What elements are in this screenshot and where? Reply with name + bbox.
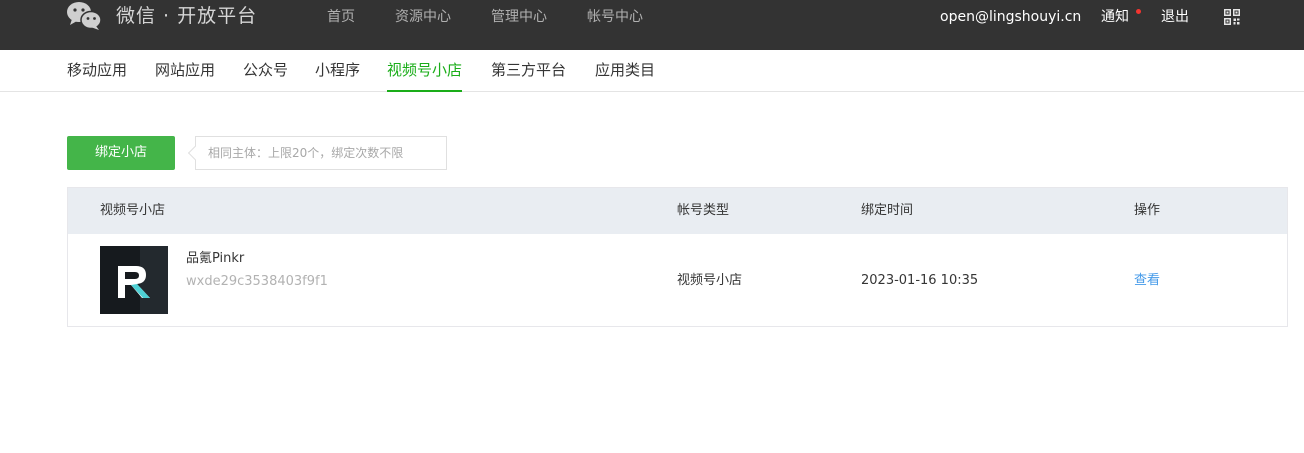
subnav-channels-shop[interactable]: 视频号小店 — [387, 50, 463, 92]
qr-code-icon[interactable] — [1224, 9, 1240, 25]
subnav-mobile-app[interactable]: 移动应用 — [67, 50, 127, 92]
view-shop-link[interactable]: 查看 — [1134, 272, 1160, 290]
subnav-app-category[interactable]: 应用类目 — [595, 50, 655, 92]
bind-limit-tip: 相同主体：上限20个，绑定次数不限 — [195, 136, 447, 170]
subnav-third-party-platform[interactable]: 第三方平台 — [491, 50, 566, 92]
notify-badge-dot — [1136, 9, 1141, 14]
logout-link[interactable]: 退出 — [1161, 8, 1189, 26]
pinkr-logo-icon — [100, 246, 168, 314]
subnav-official-account[interactable]: 公众号 — [243, 50, 288, 92]
shop-avatar — [100, 246, 168, 314]
brand[interactable]: 微信 · 开放平台 — [66, 0, 257, 32]
top-nav-management[interactable]: 管理中心 — [491, 8, 547, 26]
brand-title: 微信 · 开放平台 — [116, 4, 258, 27]
top-bar: 微信 · 开放平台 首页 资源中心 管理中心 帐号中心 open@lingsho… — [0, 0, 1304, 50]
header-account-type: 帐号类型 — [677, 203, 730, 218]
subnav-mini-program[interactable]: 小程序 — [315, 50, 360, 92]
header-shop: 视频号小店 — [100, 203, 166, 218]
account-email[interactable]: open@lingshouyi.cn — [940, 8, 1081, 26]
top-nav: 首页 资源中心 管理中心 帐号中心 — [327, 8, 683, 26]
sub-nav: 移动应用 网站应用 公众号 小程序 视频号小店 第三方平台 应用类目 — [0, 50, 1304, 92]
shop-appid: wxde29c3538403f9f1 — [186, 274, 328, 289]
bind-shop-button[interactable]: 绑定小店 — [67, 136, 175, 170]
shop-name: 品氪Pinkr — [186, 251, 245, 266]
notify-link[interactable]: 通知 — [1101, 8, 1129, 26]
table-header: 视频号小店 帐号类型 绑定时间 操作 — [68, 188, 1287, 234]
header-bind-time: 绑定时间 — [861, 203, 914, 218]
top-nav-resources[interactable]: 资源中心 — [395, 8, 451, 26]
shop-table: 视频号小店 帐号类型 绑定时间 操作 品氪Pinkr wxde29c353840… — [67, 187, 1288, 327]
subnav-website-app[interactable]: 网站应用 — [155, 50, 215, 92]
header-actions: 操作 — [1134, 203, 1161, 218]
top-nav-home[interactable]: 首页 — [327, 8, 355, 26]
wechat-logo-icon — [67, 2, 102, 30]
table-row: 品氪Pinkr wxde29c3538403f9f1 视频号小店 2023-01… — [68, 234, 1287, 326]
shop-bind-time: 2023-01-16 10:35 — [861, 273, 979, 288]
top-nav-account-center[interactable]: 帐号中心 — [587, 8, 643, 26]
shop-account-type: 视频号小店 — [677, 273, 743, 288]
